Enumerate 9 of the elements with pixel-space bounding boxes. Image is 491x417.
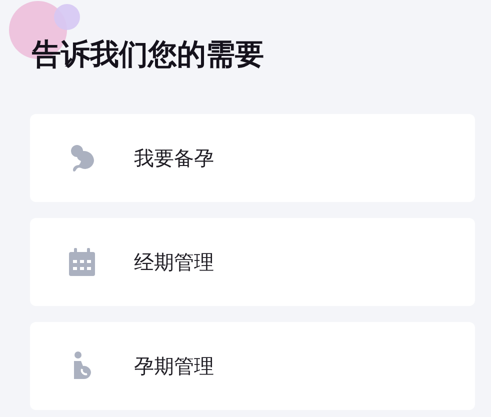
page-title: 告诉我们您的需要 — [32, 36, 265, 73]
option-label: 经期管理 — [134, 248, 214, 276]
option-card[interactable]: 经期管理 — [30, 218, 475, 306]
option-label: 孕期管理 — [134, 352, 214, 380]
option-card[interactable]: 孕期管理 — [30, 322, 475, 410]
embryo-icon — [68, 143, 96, 173]
option-label: 我要备孕 — [134, 144, 214, 172]
calendar-icon — [67, 247, 97, 277]
option-card[interactable]: 我要备孕 — [30, 114, 475, 202]
